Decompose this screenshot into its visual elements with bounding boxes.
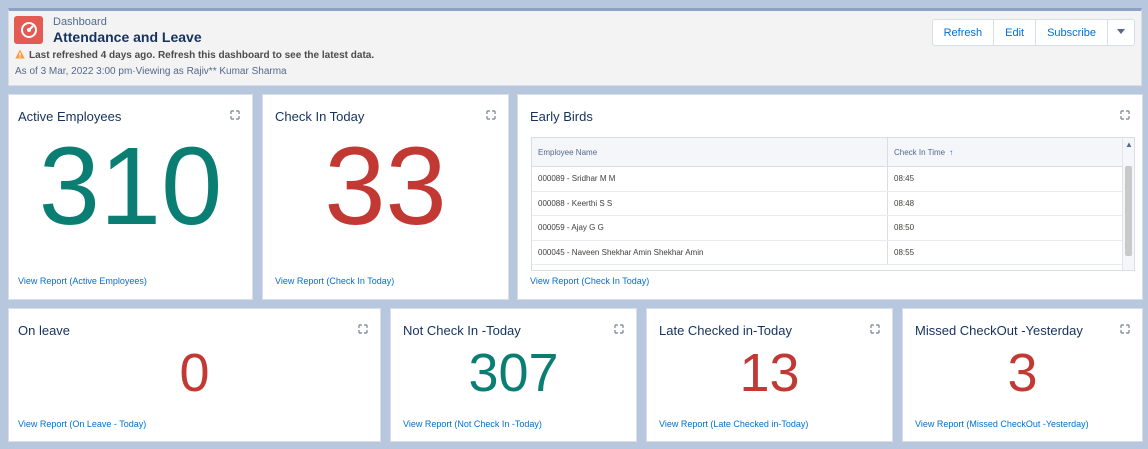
metric-value: 310: [38, 125, 223, 248]
expand-icon[interactable]: [1120, 107, 1130, 125]
subscribe-button[interactable]: Subscribe: [1036, 20, 1108, 45]
warning-text: Last refreshed 4 days ago. Refresh this …: [29, 49, 375, 61]
expand-icon[interactable]: [1120, 321, 1130, 339]
card-check-in-today: Check In Today 33 View Report (Check In …: [262, 94, 509, 300]
card-not-check-in-today: Not Check In -Today 307 View Report (Not…: [390, 308, 637, 442]
card-title: Active Employees: [18, 109, 122, 124]
dashboard-page: Dashboard Attendance and Leave Last refr…: [0, 0, 1148, 449]
scroll-thumb[interactable]: [1125, 166, 1132, 256]
view-report-link[interactable]: View Report (On Leave - Today): [18, 419, 146, 429]
warning-icon: [15, 46, 25, 64]
column-header-label: Check In Time: [894, 147, 946, 157]
cell-check-in-time: 08:50: [894, 223, 915, 233]
expand-icon[interactable]: [870, 321, 880, 339]
table-row: 000089 - Sridhar M M 08:45: [532, 167, 1124, 192]
page-title: Attendance and Leave: [53, 29, 202, 45]
expand-icon[interactable]: [486, 107, 496, 125]
early-birds-table: Employee Name Check In Time ↑ 000089 - S…: [531, 137, 1135, 271]
cell-check-in-time: 08:48: [894, 198, 915, 208]
table-scrollbar[interactable]: ▲: [1122, 138, 1134, 270]
card-active-employees: Active Employees 310 View Report (Active…: [8, 94, 253, 300]
view-report-link[interactable]: View Report (Late Checked in-Today): [659, 419, 808, 429]
cell-employee-name: 000059 - Ajay G G: [532, 216, 888, 240]
table-row: 000088 - Keerthi S S 08:48: [532, 191, 1124, 216]
metric-value: 0: [179, 343, 210, 403]
view-report-link[interactable]: View Report (Check In Today): [530, 276, 649, 286]
cell-employee-name: 000089 - Sridhar M M: [532, 167, 888, 191]
card-missed-checkout-yesterday: Missed CheckOut -Yesterday 3 View Report…: [902, 308, 1143, 442]
card-title: Late Checked in-Today: [659, 323, 792, 338]
card-title: Check In Today: [275, 109, 365, 124]
card-early-birds: Early Birds Employee Name Check In Time …: [517, 94, 1143, 300]
card-late-checked-in-today: Late Checked in-Today 13 View Report (La…: [646, 308, 893, 442]
sort-ascending-icon: ↑: [949, 147, 954, 157]
refresh-warning: Last refreshed 4 days ago. Refresh this …: [15, 46, 374, 64]
cell-check-in-time: 08:45: [894, 174, 915, 184]
dashboard-gauge-icon: [14, 16, 43, 44]
view-report-link[interactable]: View Report (Not Check In -Today): [403, 419, 542, 429]
metric-value: 307: [468, 343, 559, 403]
dashboard-header: Dashboard Attendance and Leave Last refr…: [8, 8, 1142, 86]
column-header-check-in-time[interactable]: Check In Time ↑: [888, 138, 1124, 166]
card-title: Missed CheckOut -Yesterday: [915, 323, 1083, 338]
column-header-employee-name[interactable]: Employee Name: [532, 138, 888, 166]
scroll-up-icon[interactable]: ▲: [1125, 140, 1133, 149]
view-report-link[interactable]: View Report (Check In Today): [275, 276, 394, 286]
view-report-link[interactable]: View Report (Active Employees): [18, 276, 147, 286]
expand-icon[interactable]: [614, 321, 624, 339]
table-header: Employee Name Check In Time ↑: [532, 138, 1124, 167]
chevron-down-icon: [1116, 27, 1126, 39]
metric-value: 13: [739, 343, 800, 403]
cell-employee-name: 000045 - Naveen Shekhar Amin Shekhar Ami…: [532, 240, 888, 264]
card-title: Early Birds: [530, 109, 593, 124]
metric-value: 3: [1007, 343, 1038, 403]
table-body: 000089 - Sridhar M M 08:45 000088 - Keer…: [532, 167, 1124, 265]
edit-button[interactable]: Edit: [994, 20, 1037, 45]
view-report-link[interactable]: View Report (Missed CheckOut -Yesterday): [915, 419, 1089, 429]
card-title: Not Check In -Today: [403, 323, 521, 338]
metric-value: 33: [324, 125, 447, 248]
refresh-button[interactable]: Refresh: [933, 20, 995, 45]
expand-icon[interactable]: [230, 107, 240, 125]
table-row: 000045 - Naveen Shekhar Amin Shekhar Ami…: [532, 240, 1124, 265]
cell-check-in-time: 08:55: [894, 247, 915, 257]
card-on-leave: On leave 0 View Report (On Leave - Today…: [8, 308, 381, 442]
header-actions: Refresh Edit Subscribe: [931, 19, 1135, 46]
table-row: 000059 - Ajay G G 08:50: [532, 216, 1124, 241]
header-kicker: Dashboard: [53, 16, 107, 28]
as-of-text: As of 3 Mar, 2022 3:00 pm·Viewing as Raj…: [15, 66, 287, 77]
cell-employee-name: 000088 - Keerthi S S: [532, 191, 888, 215]
card-title: On leave: [18, 323, 71, 338]
expand-icon[interactable]: [358, 321, 368, 339]
more-actions-button[interactable]: [1108, 20, 1134, 45]
